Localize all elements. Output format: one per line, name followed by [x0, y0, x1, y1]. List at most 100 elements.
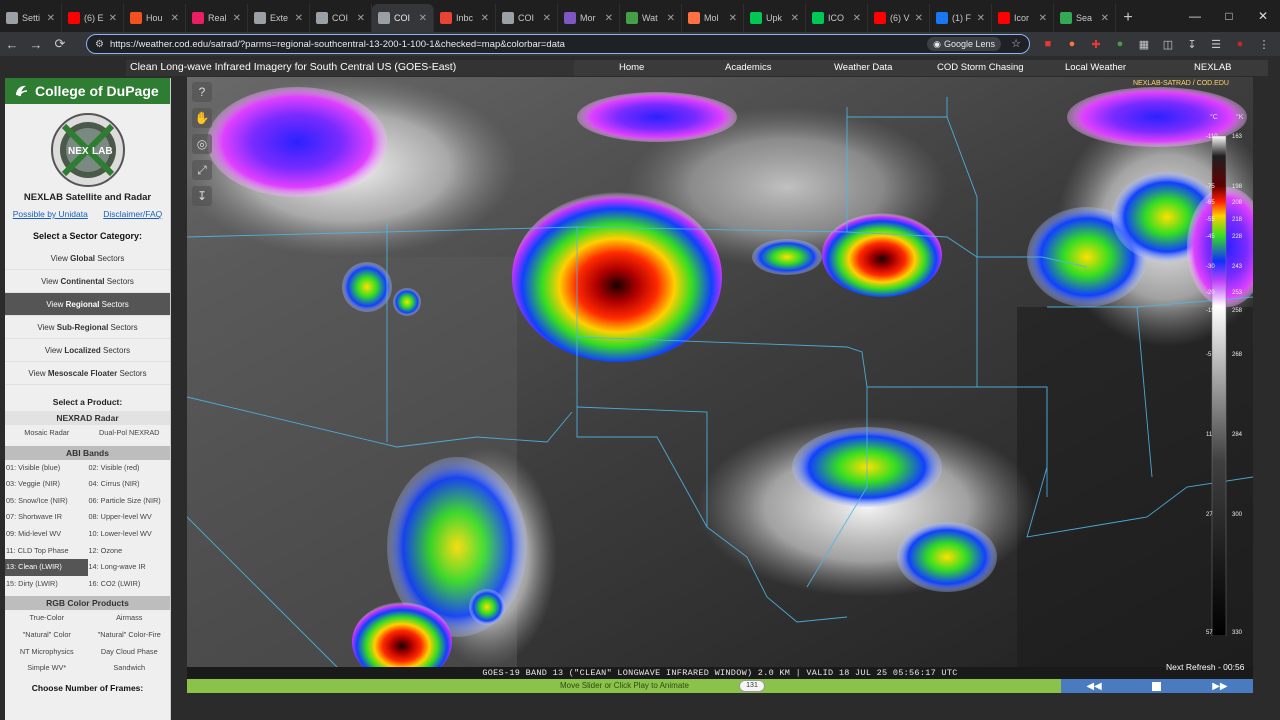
product-item[interactable]: "Natural" Color	[5, 627, 88, 644]
sector-item[interactable]: View Mesoscale Floater Sectors	[5, 362, 170, 385]
sidebar-toggle-icon[interactable]: ◫	[1160, 36, 1176, 52]
slider-knob[interactable]: 131	[739, 680, 765, 692]
extension-red-icon[interactable]: ■	[1040, 36, 1056, 52]
browser-tab[interactable]: Mol ✕	[682, 4, 744, 32]
browser-tab[interactable]: Upk ✕	[744, 4, 806, 32]
site-info-icon[interactable]: ⚙	[95, 39, 104, 50]
college-header[interactable]: College of DuPage	[5, 78, 170, 104]
product-item[interactable]: NT Microphysics	[5, 644, 88, 661]
tab-close-icon[interactable]: ✕	[667, 13, 675, 24]
product-item[interactable]: 01: Visible (blue)	[5, 460, 88, 477]
product-item[interactable]: Simple WV*	[5, 660, 88, 677]
sector-item[interactable]: View Continental Sectors	[5, 270, 170, 293]
close-window-icon[interactable]: ✕	[1246, 0, 1280, 32]
browser-tab[interactable]: Setti ✕	[0, 4, 62, 32]
browser-tab[interactable]: ICO ✕	[806, 4, 868, 32]
tab-close-icon[interactable]: ✕	[357, 13, 365, 24]
product-item[interactable]: 15: Dirty (LWIR)	[5, 576, 88, 593]
browser-tab[interactable]: Exte ✕	[248, 4, 310, 32]
tab-close-icon[interactable]: ✕	[1039, 13, 1047, 24]
product-item[interactable]: 06: Particle Size (NIR)	[88, 493, 171, 510]
globe-icon[interactable]: ◎	[192, 134, 212, 154]
browser-tab[interactable]: (1) F ✕	[930, 4, 992, 32]
google-lens-button[interactable]: ◉ Google Lens	[927, 37, 1001, 51]
extension-multicolor-icon[interactable]: ✚	[1088, 36, 1104, 52]
browser-tab[interactable]: (6) E ✕	[62, 4, 124, 32]
new-tab-icon[interactable]: +	[1116, 4, 1140, 32]
product-item[interactable]: 04: Cirrus (NIR)	[88, 476, 171, 493]
tab-close-icon[interactable]: ✕	[171, 13, 179, 24]
product-item[interactable]: 12: Ozone	[88, 543, 171, 560]
maximize-icon[interactable]: □	[1212, 0, 1246, 32]
tab-close-icon[interactable]: ✕	[481, 13, 489, 24]
nav-weather-data[interactable]: Weather Data	[834, 62, 892, 73]
satellite-image[interactable]	[187, 77, 1253, 668]
browser-tab[interactable]: Inbc ✕	[434, 4, 496, 32]
help-icon[interactable]: ?	[192, 82, 212, 102]
browser-tab[interactable]: Wat ✕	[620, 4, 682, 32]
product-item[interactable]: True-Color	[5, 610, 88, 627]
bookmark-star-icon[interactable]: ☆	[1011, 37, 1021, 50]
product-item[interactable]: Mosaic Radar	[5, 425, 88, 442]
reload-icon[interactable]: ⟳	[48, 32, 72, 56]
product-item[interactable]: 07: Shortwave IR	[5, 509, 88, 526]
product-item[interactable]: 10: Lower-level WV	[88, 526, 171, 543]
product-item[interactable]: 09: Mid-level WV	[5, 526, 88, 543]
tab-close-icon[interactable]: ✕	[977, 13, 985, 24]
tab-close-icon[interactable]: ✕	[853, 13, 861, 24]
address-bar[interactable]: ⚙ https://weather.cod.edu/satrad/?parms=…	[86, 34, 1030, 54]
nav-storm-chasing[interactable]: COD Storm Chasing	[937, 62, 1024, 73]
browser-tab[interactable]: (6) V ✕	[868, 4, 930, 32]
download-icon[interactable]: ↧	[1184, 36, 1200, 52]
tab-close-icon[interactable]: ✕	[791, 13, 799, 24]
extension-orange-icon[interactable]: ●	[1064, 36, 1080, 52]
stop-icon[interactable]	[1152, 681, 1162, 691]
tab-close-icon[interactable]: ✕	[543, 13, 551, 24]
product-item[interactable]: Airmass	[88, 610, 171, 627]
product-item[interactable]: 14: Long-wave IR	[88, 559, 171, 576]
sector-item[interactable]: View Global Sectors	[5, 247, 170, 270]
tab-close-icon[interactable]: ✕	[729, 13, 737, 24]
sector-item[interactable]: View Regional Sectors	[5, 293, 170, 316]
browser-tab[interactable]: Hou ✕	[124, 4, 186, 32]
browser-tab[interactable]: COI ✕	[496, 4, 558, 32]
product-item[interactable]: Dual-Pol NEXRAD	[88, 425, 171, 442]
menu-kebab-icon[interactable]: ⋮	[1256, 36, 1272, 52]
back-arrow-icon[interactable]: ←	[0, 32, 24, 56]
tab-close-icon[interactable]: ✕	[233, 13, 241, 24]
product-item[interactable]: "Natural" Color-Fire	[88, 627, 171, 644]
browser-tab[interactable]: Icor ✕	[992, 4, 1054, 32]
tab-close-icon[interactable]: ✕	[1101, 13, 1109, 24]
profile-avatar-icon[interactable]: ●	[1232, 36, 1248, 52]
product-item[interactable]: Day Cloud Phase	[88, 644, 171, 661]
product-item[interactable]: 08: Upper-level WV	[88, 509, 171, 526]
disclaimer-link[interactable]: Disclaimer/FAQ	[103, 209, 162, 219]
media-icon[interactable]: ☰	[1208, 36, 1224, 52]
browser-tab[interactable]: Sea ✕	[1054, 4, 1116, 32]
rewind-icon[interactable]: ◀◀	[1086, 681, 1101, 692]
tab-close-icon[interactable]: ✕	[295, 13, 303, 24]
browser-tab[interactable]: COI ✕	[372, 4, 434, 32]
tab-close-icon[interactable]: ✕	[419, 13, 427, 24]
extensions-puzzle-icon[interactable]: ▦	[1136, 36, 1152, 52]
product-item[interactable]: Sandwich	[88, 660, 171, 677]
product-item[interactable]: 02: Visible (red)	[88, 460, 171, 477]
tab-close-icon[interactable]: ✕	[915, 13, 923, 24]
forward-arrow-icon[interactable]: →	[24, 32, 48, 56]
browser-tab[interactable]: Real ✕	[186, 4, 248, 32]
product-item[interactable]: 11: CLD Top Phase	[5, 543, 88, 560]
nav-academics[interactable]: Academics	[725, 62, 771, 73]
fast-forward-icon[interactable]: ▶▶	[1212, 681, 1227, 692]
download-image-icon[interactable]: ↧	[192, 186, 212, 206]
tab-close-icon[interactable]: ✕	[109, 13, 117, 24]
extension-green-icon[interactable]: ●	[1112, 36, 1128, 52]
sector-item[interactable]: View Localized Sectors	[5, 339, 170, 362]
product-item[interactable]: 03: Veggie (NIR)	[5, 476, 88, 493]
animation-slider[interactable]: Move Slider or Click Play to Animate 131	[187, 679, 1061, 693]
browser-tab[interactable]: COI ✕	[310, 4, 372, 32]
minimize-icon[interactable]: —	[1178, 0, 1212, 32]
product-item[interactable]: 05: Snow/Ice (NIR)	[5, 493, 88, 510]
unidata-link[interactable]: Possible by Unidata	[13, 209, 88, 219]
nav-home[interactable]: Home	[619, 62, 644, 73]
zoom-icon[interactable]: ⤢	[192, 160, 212, 180]
